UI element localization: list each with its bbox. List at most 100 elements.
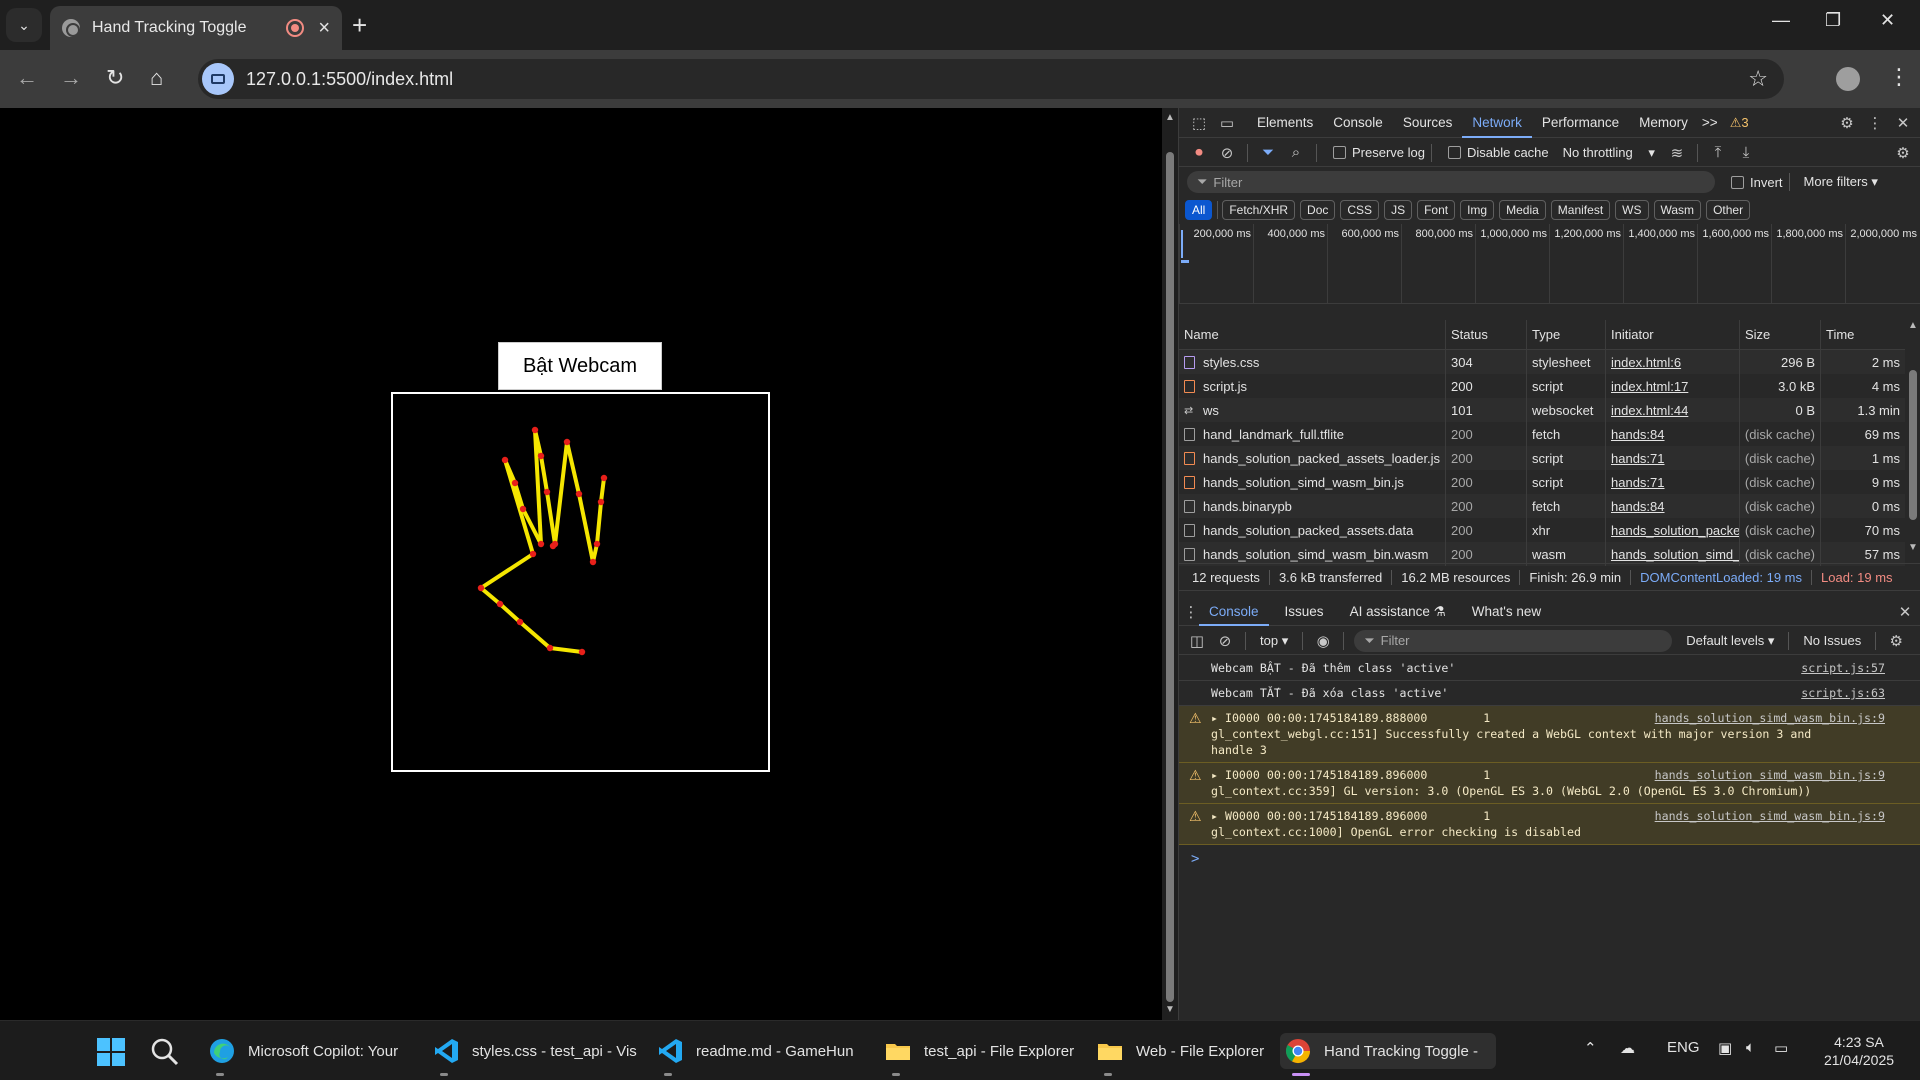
console-prompt[interactable]: > [1179, 845, 1920, 867]
type-filter-font[interactable]: Font [1417, 200, 1456, 220]
column-size[interactable]: Size [1740, 320, 1821, 349]
more-filters-dropdown[interactable]: More filters ▾ [1796, 174, 1886, 190]
console-log-message[interactable]: Webcam TẮT - Đã xóa class 'active' script… [1179, 681, 1920, 706]
taskbar-app-2[interactable]: readme.md - GameHun [652, 1033, 862, 1069]
export-har-icon[interactable]: ⤓ [1732, 144, 1760, 161]
log-source-link[interactable]: script.js:63 [1801, 685, 1885, 701]
initiator-link[interactable]: index.html:6 [1611, 355, 1681, 370]
taskbar-app-0[interactable]: Microsoft Copilot: Your [204, 1033, 414, 1069]
log-source-link[interactable]: hands_solution_simd_wasm_bin.js:9 [1655, 808, 1885, 824]
table-row[interactable]: hand_landmark_full.tflite 200 fetch hands:8… [1179, 422, 1905, 446]
windows-start-icon[interactable] [96, 1037, 126, 1067]
forward-button[interactable]: → [60, 64, 82, 92]
record-stop-icon[interactable]: ⏺ [1185, 144, 1213, 161]
clear-icon[interactable]: ⊘ [1213, 144, 1241, 162]
filter-funnel-icon[interactable]: ⏷ [1254, 144, 1282, 161]
type-filter-img[interactable]: Img [1460, 200, 1495, 220]
input-language[interactable]: ENG [1667, 1039, 1700, 1056]
page-scrollbar[interactable]: ▲ ▼ [1162, 108, 1178, 1020]
inspect-element-icon[interactable]: ⬚ [1185, 114, 1213, 132]
log-source-link[interactable]: script.js:57 [1801, 660, 1885, 676]
reload-button[interactable]: ↻ [106, 64, 124, 92]
devtools-menu-icon[interactable]: ⋮ [1861, 114, 1889, 132]
search-icon[interactable]: ⌕ [1282, 144, 1310, 161]
console-warning-message[interactable]: ⚠ ▸ W0000 00:00:1745184189.896000 1 gl_co… [1179, 804, 1920, 845]
address-bar[interactable]: 127.0.0.1:5500/index.html ☆ [198, 59, 1784, 99]
console-warning-message[interactable]: ⚠ ▸ I0000 00:00:1745184189.896000 1 gl_co… [1179, 763, 1920, 804]
bookmark-star-icon[interactable]: ☆ [1748, 66, 1768, 92]
tab-console[interactable]: Console [1323, 108, 1393, 138]
tab-sources[interactable]: Sources [1393, 108, 1463, 138]
column-time[interactable]: Time [1821, 320, 1905, 349]
type-filter-ws[interactable]: WS [1615, 200, 1649, 220]
initiator-link[interactable]: hands_solution_packe [1611, 523, 1739, 538]
initiator-link[interactable]: index.html:44 [1611, 403, 1688, 418]
close-window-button[interactable]: ✕ [1880, 10, 1895, 31]
more-tabs-button[interactable]: >> [1698, 108, 1722, 138]
tab-performance[interactable]: Performance [1532, 108, 1629, 138]
log-source-link[interactable]: hands_solution_simd_wasm_bin.js:9 [1655, 710, 1885, 726]
column-type[interactable]: Type [1527, 320, 1606, 349]
device-toolbar-icon[interactable]: ▭ [1213, 114, 1241, 132]
settings-gear-icon[interactable]: ⚙ [1833, 114, 1861, 132]
type-filter-manifest[interactable]: Manifest [1550, 200, 1611, 220]
table-row[interactable]: hands_solution_packed_assets_loader.js 20… [1179, 446, 1905, 470]
context-selector[interactable]: top ▾ [1252, 633, 1296, 649]
table-row[interactable]: styles.css 304 stylesheet index.html:6 296 B… [1179, 350, 1905, 374]
column-status[interactable]: Status [1446, 320, 1527, 349]
back-button[interactable]: ← [16, 64, 38, 92]
profile-avatar[interactable] [1836, 67, 1860, 91]
close-drawer-icon[interactable]: ✕ [1891, 603, 1919, 621]
sidebar-toggle-icon[interactable]: ◫ [1183, 632, 1211, 650]
drawer-menu-icon[interactable]: ⋮ [1183, 603, 1199, 621]
console-settings-icon[interactable]: ⚙ [1882, 632, 1910, 650]
tab-hand-tracking[interactable]: Hand Tracking Toggle × [50, 6, 342, 50]
minimize-button[interactable]: — [1772, 10, 1790, 31]
console-warning-message[interactable]: ⚠ ▸ I0000 00:00:1745184189.888000 1 gl_co… [1179, 706, 1920, 763]
table-row[interactable]: hands_solution_simd_wasm_bin.js 200 script… [1179, 470, 1905, 494]
log-source-link[interactable]: hands_solution_simd_wasm_bin.js:9 [1655, 767, 1885, 783]
taskbar-app-5[interactable]: Hand Tracking Toggle - [1280, 1033, 1496, 1069]
volume-icon[interactable]: 🔈︎ [1746, 1039, 1755, 1056]
table-row[interactable]: hands.binarypb 200 fetch hands:84 (disk cach… [1179, 494, 1905, 518]
scroll-up-arrow-icon[interactable]: ▲ [1908, 320, 1918, 331]
invert-checkbox[interactable]: Invert [1731, 175, 1783, 190]
scroll-down-arrow-icon[interactable]: ▼ [1165, 1004, 1175, 1015]
initiator-link[interactable]: index.html:17 [1611, 379, 1688, 394]
new-tab-button[interactable]: + [352, 10, 367, 40]
initiator-link[interactable]: hands:71 [1611, 451, 1665, 466]
column-initiator[interactable]: Initiator [1606, 320, 1740, 349]
scroll-up-arrow-icon[interactable]: ▲ [1165, 112, 1175, 123]
network-settings-icon[interactable]: ⚙ [1889, 144, 1917, 162]
close-devtools-icon[interactable]: ✕ [1889, 114, 1917, 132]
url-text[interactable]: 127.0.0.1:5500/index.html [246, 69, 1748, 90]
table-row[interactable]: script.js 200 script index.html:17 3.0 kB 4 m… [1179, 374, 1905, 398]
home-button[interactable]: ⌂ [150, 64, 163, 92]
initiator-link[interactable]: hands_solution_simd_ [1611, 547, 1739, 562]
search-icon[interactable] [150, 1037, 180, 1067]
tab-network[interactable]: Network [1462, 108, 1532, 138]
type-filter-wasm[interactable]: Wasm [1653, 200, 1702, 220]
preserve-log-checkbox[interactable]: Preserve log [1333, 145, 1425, 160]
throttling-select[interactable]: No throttling ▾ [1555, 145, 1663, 161]
network-table-scrollbar[interactable]: ▲ ▼ [1905, 320, 1920, 554]
type-filter-doc[interactable]: Doc [1300, 200, 1336, 220]
type-filter-fetch-xhr[interactable]: Fetch/XHR [1222, 200, 1296, 220]
live-expression-eye-icon[interactable]: ◉ [1309, 632, 1337, 650]
console-filter-input[interactable]: ⏷ Filter [1354, 629, 1673, 652]
type-filter-all[interactable]: All [1185, 200, 1213, 220]
drawer-tab-console[interactable]: Console [1199, 598, 1269, 626]
scrollbar-thumb[interactable] [1166, 152, 1174, 1002]
initiator-link[interactable]: hands:84 [1611, 499, 1665, 514]
log-levels-dropdown[interactable]: Default levels ▾ [1678, 633, 1782, 649]
show-hidden-icons-chevron-icon[interactable]: ⌃ [1584, 1039, 1597, 1057]
onedrive-cloud-icon[interactable]: ☁ [1620, 1039, 1635, 1057]
close-tab-icon[interactable]: × [318, 17, 330, 40]
network-overview-timeline[interactable]: 200,000 ms 400,000 ms 600,000 ms 800,000 ms… [1179, 224, 1920, 304]
column-name[interactable]: Name [1179, 320, 1446, 349]
tab-memory[interactable]: Memory [1629, 108, 1698, 138]
issues-counter[interactable]: No Issues [1795, 633, 1869, 648]
taskbar-app-4[interactable]: Web - File Explorer [1092, 1033, 1268, 1069]
restore-button[interactable]: ❐ [1825, 10, 1841, 31]
battery-icon[interactable]: ▭ [1774, 1039, 1788, 1057]
